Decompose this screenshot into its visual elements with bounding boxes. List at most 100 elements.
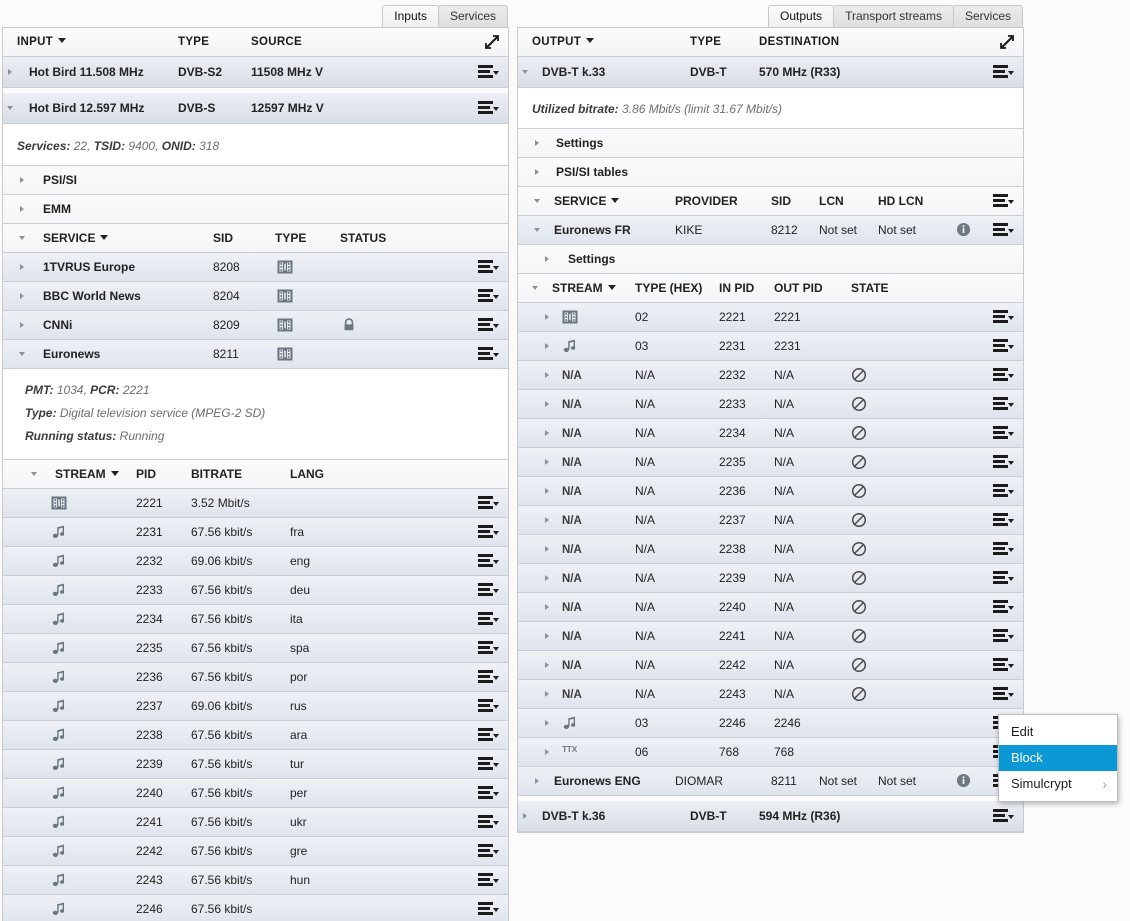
output-expand-caret[interactable] (518, 801, 532, 831)
section-expand-caret[interactable] (15, 195, 29, 223)
service-expand-caret[interactable] (15, 282, 29, 310)
context-menu-item[interactable]: Edit (999, 719, 1117, 745)
service-menu-button[interactable] (478, 288, 500, 304)
stream-menu-button[interactable] (478, 582, 500, 598)
input-menu-button[interactable] (478, 64, 500, 80)
service-menu-button[interactable] (993, 222, 1015, 238)
context-menu-item[interactable]: Simulcrypt › (999, 771, 1117, 797)
stream-expand-caret[interactable] (540, 303, 554, 331)
stream-collapse-caret[interactable] (27, 460, 41, 488)
stream-row[interactable]: 2221 3.52 Mbit/s (3, 489, 508, 518)
stream-collapse-caret[interactable] (528, 274, 542, 302)
stream-menu-button[interactable] (478, 901, 500, 917)
section-expand-caret[interactable] (540, 245, 554, 273)
output-stream-row[interactable]: N/A N/A 2241 N/A (518, 622, 1023, 651)
stream-expand-caret[interactable] (540, 361, 554, 389)
expand-icon[interactable] (999, 34, 1015, 50)
stream-menu-button[interactable] (478, 495, 500, 511)
stream-menu-button[interactable] (478, 785, 500, 801)
section-row[interactable]: Settings (518, 129, 1023, 158)
stream-expand-caret[interactable] (540, 564, 554, 592)
stream-expand-caret[interactable] (540, 593, 554, 621)
output-stream-row[interactable]: N/A N/A 2239 N/A (518, 564, 1023, 593)
stream-expand-caret[interactable] (540, 709, 554, 737)
stream-menu-button[interactable] (993, 541, 1015, 557)
stream-menu-button[interactable] (993, 686, 1015, 702)
stream-menu-button[interactable] (478, 727, 500, 743)
stream-menu-button[interactable] (993, 338, 1015, 354)
stream-menu-button[interactable] (993, 309, 1015, 325)
stream-row[interactable]: 2238 67.56 kbit/s ara (3, 721, 508, 750)
service-menu-button[interactable] (478, 317, 500, 333)
stream-menu-button[interactable] (993, 454, 1015, 470)
tab-right-services[interactable]: Services (952, 5, 1023, 27)
service-expand-caret[interactable] (15, 340, 29, 368)
stream-menu-button[interactable] (478, 843, 500, 859)
stream-row[interactable]: 2240 67.56 kbit/s per (3, 779, 508, 808)
stream-expand-caret[interactable] (540, 332, 554, 360)
stream-menu-button[interactable] (478, 669, 500, 685)
stream-row[interactable]: 2232 69.06 kbit/s eng (3, 547, 508, 576)
section-row[interactable]: PSI/SI (3, 166, 508, 195)
stream-row[interactable]: 2239 67.56 kbit/s tur (3, 750, 508, 779)
stream-expand-caret[interactable] (540, 535, 554, 563)
stream-menu-button[interactable] (478, 698, 500, 714)
service-menu-button[interactable] (478, 259, 500, 275)
stream-row[interactable]: 2235 67.56 kbit/s spa (3, 634, 508, 663)
stream-context-menu[interactable]: Edit Block Simulcrypt › (998, 714, 1118, 802)
input-menu-button[interactable] (478, 100, 500, 116)
stream-menu-button[interactable] (993, 628, 1015, 644)
stream-menu-button[interactable] (478, 611, 500, 627)
output-stream-row[interactable]: N/A N/A 2237 N/A (518, 506, 1023, 535)
stream-row[interactable]: 2242 67.56 kbit/s gre (3, 837, 508, 866)
stream-menu-button[interactable] (478, 814, 500, 830)
service-menu-button[interactable] (478, 346, 500, 362)
section-expand-caret[interactable] (15, 166, 29, 194)
stream-row[interactable]: 2231 67.56 kbit/s fra (3, 518, 508, 547)
output-stream-row[interactable]: N/A N/A 2242 N/A (518, 651, 1023, 680)
stream-expand-caret[interactable] (540, 419, 554, 447)
tab-inputs[interactable]: Inputs (382, 5, 439, 27)
output-stream-row[interactable]: N/A N/A 2236 N/A (518, 477, 1023, 506)
tab-outputs[interactable]: Outputs (768, 5, 835, 27)
output-collapse-caret[interactable] (518, 57, 532, 87)
service-expand-caret[interactable] (530, 767, 544, 795)
stream-expand-caret[interactable] (540, 738, 554, 766)
output-menu-button[interactable] (993, 808, 1015, 824)
stream-menu-button[interactable] (993, 483, 1015, 499)
output-stream-row[interactable]: N/A N/A 2240 N/A (518, 593, 1023, 622)
stream-row[interactable]: 2234 67.56 kbit/s ita (3, 605, 508, 634)
output-menu-button[interactable] (993, 64, 1015, 80)
section-expand-caret[interactable] (530, 129, 544, 157)
output-stream-row[interactable]: N/A N/A 2234 N/A (518, 419, 1023, 448)
stream-row[interactable]: 2236 67.56 kbit/s por (3, 663, 508, 692)
stream-expand-caret[interactable] (540, 448, 554, 476)
input-row[interactable]: Hot Bird 12.597 MHz DVB-S 12597 MHz V (3, 93, 508, 124)
output-stream-row[interactable]: 02 2221 2221 (518, 303, 1023, 332)
stream-menu-button[interactable] (478, 553, 500, 569)
stream-expand-caret[interactable] (540, 680, 554, 708)
tab-transport-streams[interactable]: Transport streams (833, 5, 954, 27)
expand-icon[interactable] (484, 34, 500, 50)
tab-left-services[interactable]: Services (437, 5, 508, 27)
stream-expand-caret[interactable] (540, 477, 554, 505)
stream-menu-button[interactable] (993, 570, 1015, 586)
section-expand-caret[interactable] (530, 158, 544, 186)
stream-expand-caret[interactable] (540, 506, 554, 534)
context-menu-item[interactable]: Block (999, 745, 1117, 771)
stream-menu-button[interactable] (478, 640, 500, 656)
output-service-row[interactable]: Euronews FR KIKE 8212 Not set Not set (518, 216, 1023, 245)
stream-menu-button[interactable] (993, 367, 1015, 383)
stream-expand-caret[interactable] (540, 390, 554, 418)
stream-menu-button[interactable] (993, 657, 1015, 673)
stream-menu-button[interactable] (993, 396, 1015, 412)
stream-menu-button[interactable] (993, 599, 1015, 615)
service-collapse-caret[interactable] (530, 216, 544, 244)
input-row[interactable]: Hot Bird 11.508 MHz DVB-S2 11508 MHz V (3, 57, 508, 88)
output-stream-row[interactable]: TTX 06 768 768 (518, 738, 1023, 767)
input-expand-caret[interactable] (3, 57, 17, 87)
stream-row[interactable]: 2241 67.56 kbit/s ukr (3, 808, 508, 837)
stream-row[interactable]: 2246 67.56 kbit/s (3, 895, 508, 921)
output-service-row[interactable]: Euronews ENG DIOMAR 8211 Not set Not set (518, 767, 1023, 796)
stream-row[interactable]: 2233 67.56 kbit/s deu (3, 576, 508, 605)
